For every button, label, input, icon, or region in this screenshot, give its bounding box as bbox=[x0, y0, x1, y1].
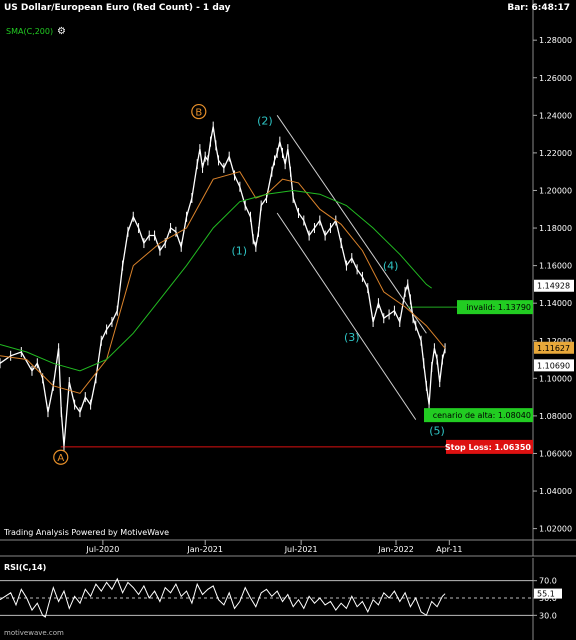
wave-label: A bbox=[57, 453, 64, 464]
chart-title: US Dollar/European Euro (Red Count) - 1 … bbox=[4, 3, 231, 13]
y-tick-label: 1.06000 bbox=[539, 449, 572, 458]
y-tick-label: 1.18000 bbox=[539, 224, 572, 233]
bar-time-readout: Bar: 6:48:17 bbox=[507, 3, 570, 13]
rsi-title[interactable]: RSI(C,14) bbox=[4, 563, 46, 572]
level-label-target: cenario de alta: 1.08040 bbox=[433, 411, 531, 420]
y-tick-label: 1.08000 bbox=[539, 412, 572, 421]
y-tick-label: 1.14000 bbox=[539, 299, 572, 308]
y-tick-label: 1.04000 bbox=[539, 487, 572, 496]
series-sma-c-200- bbox=[0, 189, 432, 372]
y-tick-label: 1.02000 bbox=[539, 525, 572, 534]
wave-label: (2) bbox=[257, 115, 273, 128]
series-ema bbox=[0, 171, 446, 394]
level-label-invalid: invalid: 1.13790 bbox=[466, 303, 531, 312]
x-tick-label: Jul-2020 bbox=[85, 545, 119, 554]
y-tick-label: 1.24000 bbox=[539, 111, 572, 120]
price-tag-label: 1.14928 bbox=[537, 282, 570, 291]
watermark: motivewave.com bbox=[4, 629, 64, 637]
rsi-value-label: 55.1 bbox=[537, 590, 555, 599]
wave-label: (1) bbox=[232, 244, 248, 257]
x-tick-label: Jan-2021 bbox=[186, 545, 223, 554]
wave-label: (3) bbox=[344, 331, 360, 344]
y-tick-label: 1.26000 bbox=[539, 74, 572, 83]
powered-by-text: Trading Analysis Powered by MotiveWave bbox=[4, 528, 170, 537]
x-tick-label: Apr-11 bbox=[436, 545, 462, 554]
price-tag-label: 1.10690 bbox=[537, 361, 570, 370]
gear-icon[interactable]: ⚙ bbox=[57, 26, 66, 37]
x-tick-label: Jan-2022 bbox=[377, 545, 414, 554]
wave-label: (5) bbox=[429, 425, 445, 438]
x-tick-label: Jul-2021 bbox=[284, 545, 318, 554]
sma-indicator-label[interactable]: SMA(C,200) bbox=[6, 27, 53, 36]
price-tag-label: 1.11627 bbox=[537, 344, 570, 353]
wave-label: (4) bbox=[383, 259, 399, 272]
series-price bbox=[0, 126, 446, 446]
rsi-panel[interactable]: 70.050.030.055.1 bbox=[0, 558, 562, 640]
rsi-tick-label: 30.0 bbox=[539, 611, 557, 620]
wave-label: B bbox=[195, 108, 202, 119]
y-tick-label: 1.28000 bbox=[539, 36, 572, 45]
y-tick-label: 1.22000 bbox=[539, 149, 572, 158]
price-panel[interactable]: 1.28000 1.26000 1.24000 1.22000 1.20000 1.180… bbox=[0, 0, 576, 557]
y-tick-label: 1.10000 bbox=[539, 374, 572, 383]
rsi-tick-label: 70.0 bbox=[539, 577, 557, 586]
channel-line bbox=[276, 212, 417, 420]
y-tick-label: 1.16000 bbox=[539, 262, 572, 271]
y-tick-label: 1.20000 bbox=[539, 186, 572, 195]
chart-canvas: 1.28000 1.26000 1.24000 1.22000 1.20000 1.180… bbox=[0, 0, 576, 640]
level-label-stop: Stop Loss: 1.06350 bbox=[445, 443, 532, 452]
